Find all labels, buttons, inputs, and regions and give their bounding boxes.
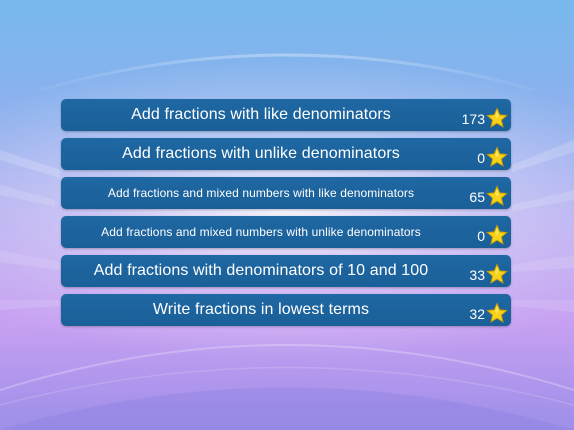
skill-label: Add fractions and mixed numbers with lik… xyxy=(107,186,415,200)
skill-list: Add fractions with like denominators 173… xyxy=(61,99,511,333)
skill-score: 32 xyxy=(469,306,485,322)
skill-row-unlike-denominators[interactable]: Add fractions with unlike denominators 0 xyxy=(61,138,511,170)
skill-row-like-denominators[interactable]: Add fractions with like denominators 173 xyxy=(61,99,511,131)
skill-score: 173 xyxy=(461,111,485,127)
skill-score: 65 xyxy=(469,189,485,205)
skill-row-lowest-terms[interactable]: Write fractions in lowest terms 32 xyxy=(61,294,511,326)
star-icon xyxy=(486,263,508,285)
skill-row-denominators-10-100[interactable]: Add fractions with denominators of 10 an… xyxy=(61,255,511,287)
skill-label: Add fractions with like denominators xyxy=(131,106,391,123)
skill-score: 0 xyxy=(477,228,485,244)
skill-row-mixed-like-denominators[interactable]: Add fractions and mixed numbers with lik… xyxy=(61,177,511,209)
skill-label: Write fractions in lowest terms xyxy=(152,301,370,318)
skill-label: Add fractions and mixed numbers with unl… xyxy=(101,225,421,239)
skill-label: Add fractions with unlike denominators xyxy=(122,145,400,162)
skill-score: 0 xyxy=(477,150,485,166)
star-icon xyxy=(486,146,508,168)
star-icon xyxy=(486,302,508,324)
skill-row-mixed-unlike-denominators[interactable]: Add fractions and mixed numbers with unl… xyxy=(61,216,511,248)
skill-label: Add fractions with denominators of 10 an… xyxy=(93,262,429,279)
star-icon xyxy=(486,185,508,207)
star-icon xyxy=(486,107,508,129)
star-icon xyxy=(486,224,508,246)
skill-score: 33 xyxy=(469,267,485,283)
